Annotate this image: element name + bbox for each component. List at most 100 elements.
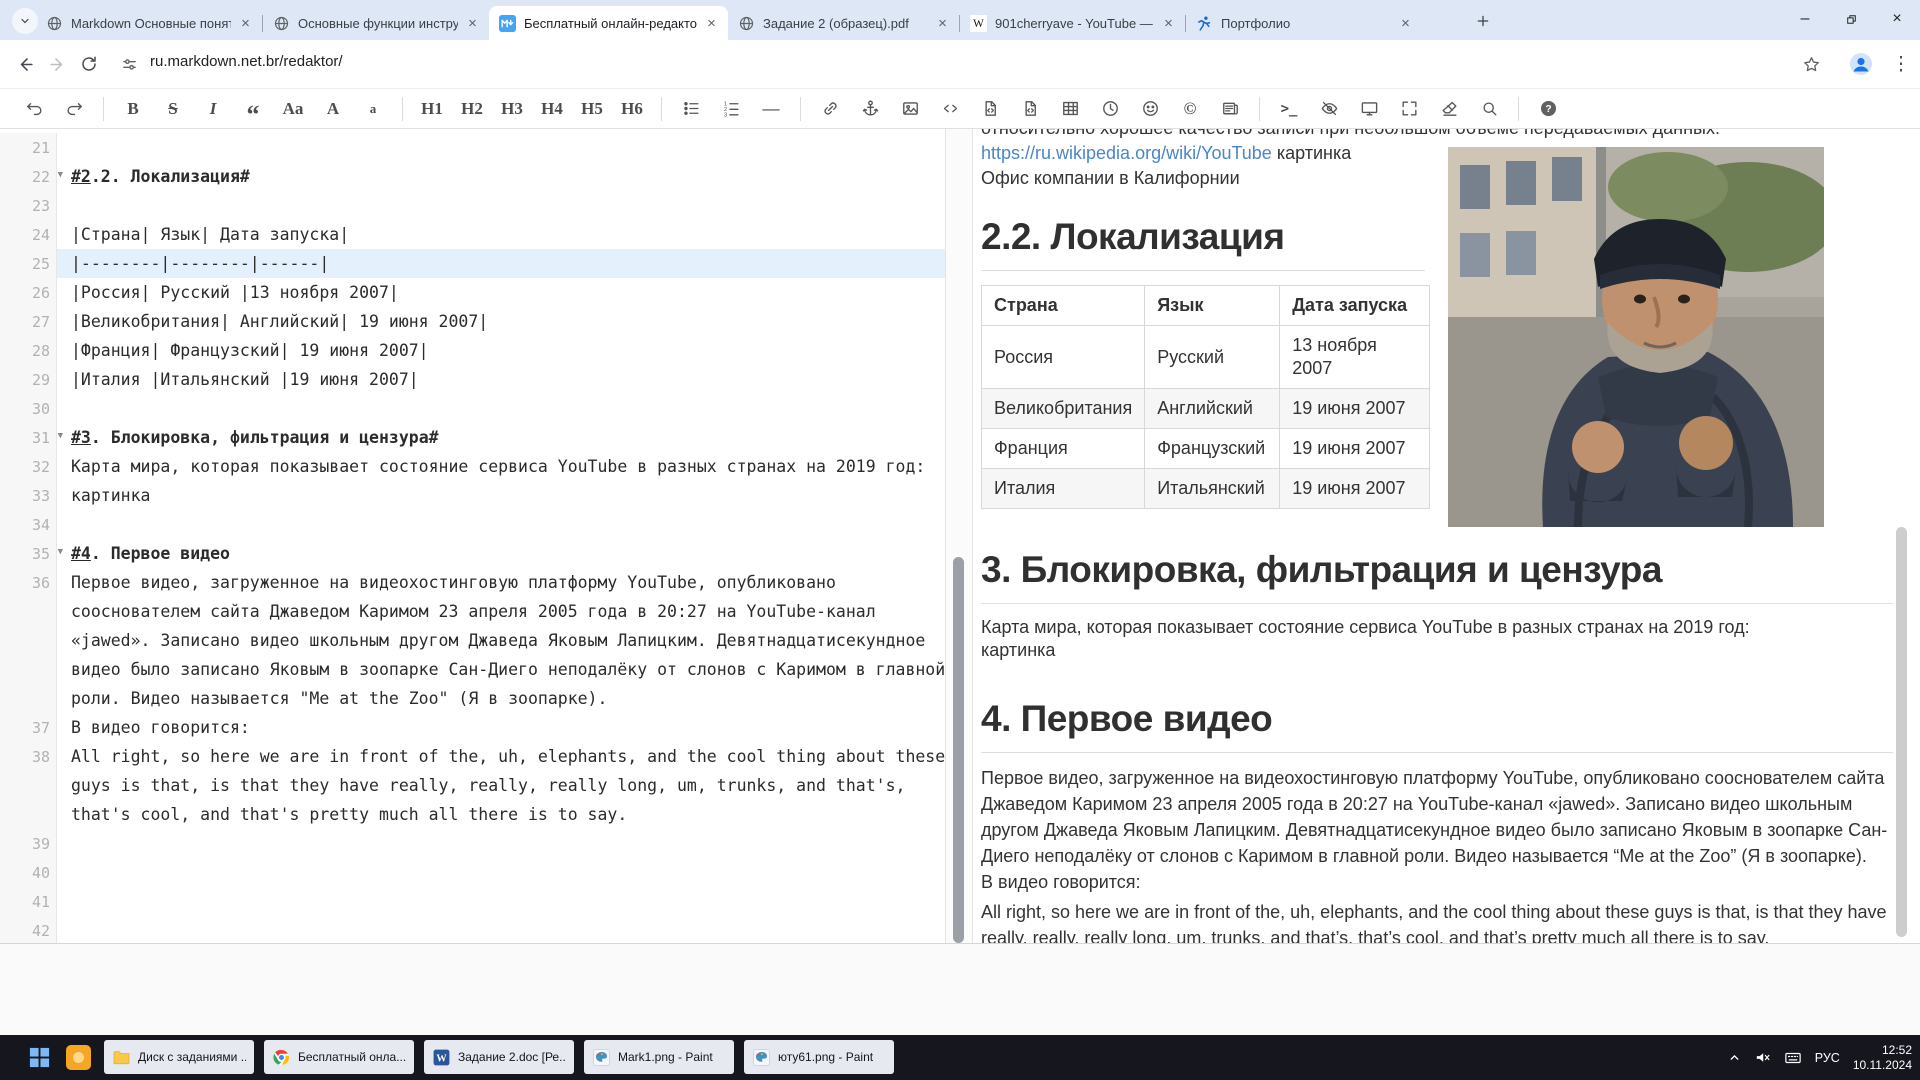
browser-tab-1[interactable]: Markdown Основные понятия× — [36, 6, 262, 40]
search-button[interactable] — [1471, 94, 1507, 124]
tab-search-button[interactable] — [12, 8, 38, 34]
editor-line-38[interactable]: 38All right, so here we are in front of … — [0, 742, 945, 771]
editor-line-31[interactable]: 31▼#3. Блокировка, фильтрация и цензура# — [0, 423, 945, 452]
editor-line-23[interactable]: 23 — [0, 191, 945, 220]
editor-line-wrap[interactable]: сооснователем сайта Джаведом Каримом 23 … — [0, 597, 945, 626]
minimize-button[interactable]: – — [1782, 0, 1828, 38]
editor-line-25[interactable]: 25|--------|--------|------| — [0, 249, 945, 278]
pinned-app-icon[interactable] — [66, 1045, 91, 1070]
uppercase-button[interactable]: A — [315, 94, 351, 124]
editor-line-32[interactable]: 32Карта мира, которая показывает состоян… — [0, 452, 945, 481]
touch-keyboard-icon[interactable] — [1784, 1049, 1802, 1067]
browser-tab-5[interactable]: W901cherryave - YouTube — Вик× — [960, 6, 1185, 40]
monitor-button[interactable] — [1351, 94, 1387, 124]
restore-button[interactable] — [1828, 0, 1874, 38]
ordered-list-button[interactable]: 123 — [713, 94, 749, 124]
editor-line-27[interactable]: 27|Великобритания| Английский| 19 июня 2… — [0, 307, 945, 336]
clock-button[interactable] — [1092, 94, 1128, 124]
tray-chevron-up-icon[interactable] — [1728, 1051, 1741, 1064]
forward-button[interactable] — [44, 51, 70, 77]
browser-tab-6[interactable]: Портфолио× — [1186, 6, 1422, 40]
fold-arrow-icon[interactable]: ▼ — [58, 170, 63, 180]
editor-line-wrap[interactable]: «jawed». Записано видео школьным другом … — [0, 626, 945, 655]
editor-line-28[interactable]: 28|Франция| Французский| 19 июня 2007| — [0, 336, 945, 365]
preview-toggle-button[interactable] — [1311, 94, 1347, 124]
image-button[interactable] — [892, 94, 928, 124]
bookmark-star-icon[interactable] — [1798, 51, 1824, 77]
editor-line-37[interactable]: 37В видео говорится: — [0, 713, 945, 742]
code-file-alt-button[interactable] — [1012, 94, 1048, 124]
table-button[interactable] — [1052, 94, 1088, 124]
lowercase-button[interactable]: a — [355, 94, 391, 124]
strikethrough-button[interactable]: S — [155, 94, 191, 124]
inline-code-button[interactable] — [932, 94, 968, 124]
editor-line-40[interactable]: 40 — [0, 858, 945, 887]
taskbar-button-2[interactable]: Бесплатный онла... — [264, 1040, 414, 1074]
editor-line-30[interactable]: 30 — [0, 394, 945, 423]
italic-button[interactable]: I — [195, 94, 231, 124]
editor-scrollbar-thumb[interactable] — [953, 557, 964, 943]
editor-line-41[interactable]: 41 — [0, 887, 945, 916]
taskbar-button-3[interactable]: WЗадание 2.doc [Ре... — [424, 1040, 574, 1074]
url-text[interactable]: ru.markdown.net.br/redaktor/ — [150, 53, 343, 70]
h1-button[interactable]: H1 — [414, 94, 450, 124]
link-button[interactable] — [812, 94, 848, 124]
tab-close-icon[interactable]: × — [703, 15, 720, 32]
tab-close-icon[interactable]: × — [1160, 15, 1177, 32]
h6-button[interactable]: H6 — [614, 94, 650, 124]
editor-line-39[interactable]: 39 — [0, 829, 945, 858]
profile-avatar[interactable] — [1848, 51, 1874, 77]
h4-button[interactable]: H4 — [534, 94, 570, 124]
tab-close-icon[interactable]: × — [1397, 15, 1414, 32]
browser-menu-icon[interactable]: ⋮ — [1888, 51, 1914, 77]
copyright-button[interactable]: © — [1172, 94, 1208, 124]
editor-line-wrap[interactable]: that's cool, and that's pretty much all … — [0, 800, 945, 829]
browser-tab-3[interactable]: Бесплатный онлайн-редактор× — [489, 6, 728, 40]
editor-line-wrap[interactable]: guys is that, is that they have really, … — [0, 771, 945, 800]
editor-line-42[interactable]: 42 — [0, 916, 945, 945]
browser-tab-2[interactable]: Основные функции инструме× — [263, 6, 489, 40]
preview-scrollbar-thumb[interactable] — [1896, 527, 1907, 937]
editor-line-21[interactable]: 21 — [0, 133, 945, 162]
editor-line-26[interactable]: 26|Россия| Русский |13 ноября 2007| — [0, 278, 945, 307]
start-button[interactable] — [28, 1046, 51, 1069]
code-file-button[interactable] — [972, 94, 1008, 124]
newspaper-button[interactable] — [1212, 94, 1248, 124]
back-button[interactable] — [12, 51, 38, 77]
h3-button[interactable]: H3 — [494, 94, 530, 124]
editor-line-34[interactable]: 34 — [0, 510, 945, 539]
h2-button[interactable]: H2 — [454, 94, 490, 124]
language-indicator[interactable]: РУС — [1815, 1051, 1840, 1065]
fold-arrow-icon[interactable]: ▼ — [58, 547, 63, 557]
close-window-button[interactable]: × — [1874, 0, 1920, 38]
tab-close-icon[interactable]: × — [934, 15, 951, 32]
h5-button[interactable]: H5 — [574, 94, 610, 124]
tab-close-icon[interactable]: × — [464, 15, 481, 32]
site-info-icon[interactable] — [116, 51, 142, 77]
browser-tab-4[interactable]: Задание 2 (образец).pdf× — [728, 6, 959, 40]
editor-line-wrap[interactable]: роли. Видео называется "Me at the Zoo" (… — [0, 684, 945, 713]
editor-line-wrap[interactable]: видео было записано Яковым в зоопарке Са… — [0, 655, 945, 684]
quote-button[interactable]: “ — [235, 94, 271, 124]
taskbar-button-5[interactable]: юту61.png - Paint — [744, 1040, 894, 1074]
markdown-source-editor[interactable]: 21 22▼#2.2. Локализация#23 24|Страна| Яз… — [0, 129, 945, 947]
bullet-list-button[interactable] — [673, 94, 709, 124]
taskbar-button-4[interactable]: Mark1.png - Paint — [584, 1040, 734, 1074]
editor-line-36[interactable]: 36Первое видео, загруженное на видеохост… — [0, 568, 945, 597]
terminal-button[interactable]: >_ — [1271, 94, 1307, 124]
horizontal-rule-button[interactable]: — — [753, 94, 789, 124]
fold-arrow-icon[interactable]: ▼ — [58, 431, 63, 441]
tab-close-icon[interactable]: × — [237, 15, 254, 32]
editor-line-22[interactable]: 22▼#2.2. Локализация# — [0, 162, 945, 191]
taskbar-clock[interactable]: 12:52 10.11.2024 — [1853, 1043, 1912, 1073]
wikipedia-link[interactable]: https://ru.wikipedia.org/wiki/YouTube — [981, 143, 1272, 163]
editor-line-29[interactable]: 29|Италия |Итальянский |19 июня 2007| — [0, 365, 945, 394]
new-tab-button[interactable] — [1470, 8, 1496, 34]
editor-line-35[interactable]: 35▼#4. Первое видео — [0, 539, 945, 568]
editor-line-24[interactable]: 24|Страна| Язык| Дата запуска| — [0, 220, 945, 249]
bold-button[interactable]: B — [115, 94, 151, 124]
help-button[interactable]: ? — [1530, 94, 1566, 124]
font-case-button[interactable]: Aa — [275, 94, 311, 124]
fullscreen-button[interactable] — [1391, 94, 1427, 124]
anchor-button[interactable] — [852, 94, 888, 124]
